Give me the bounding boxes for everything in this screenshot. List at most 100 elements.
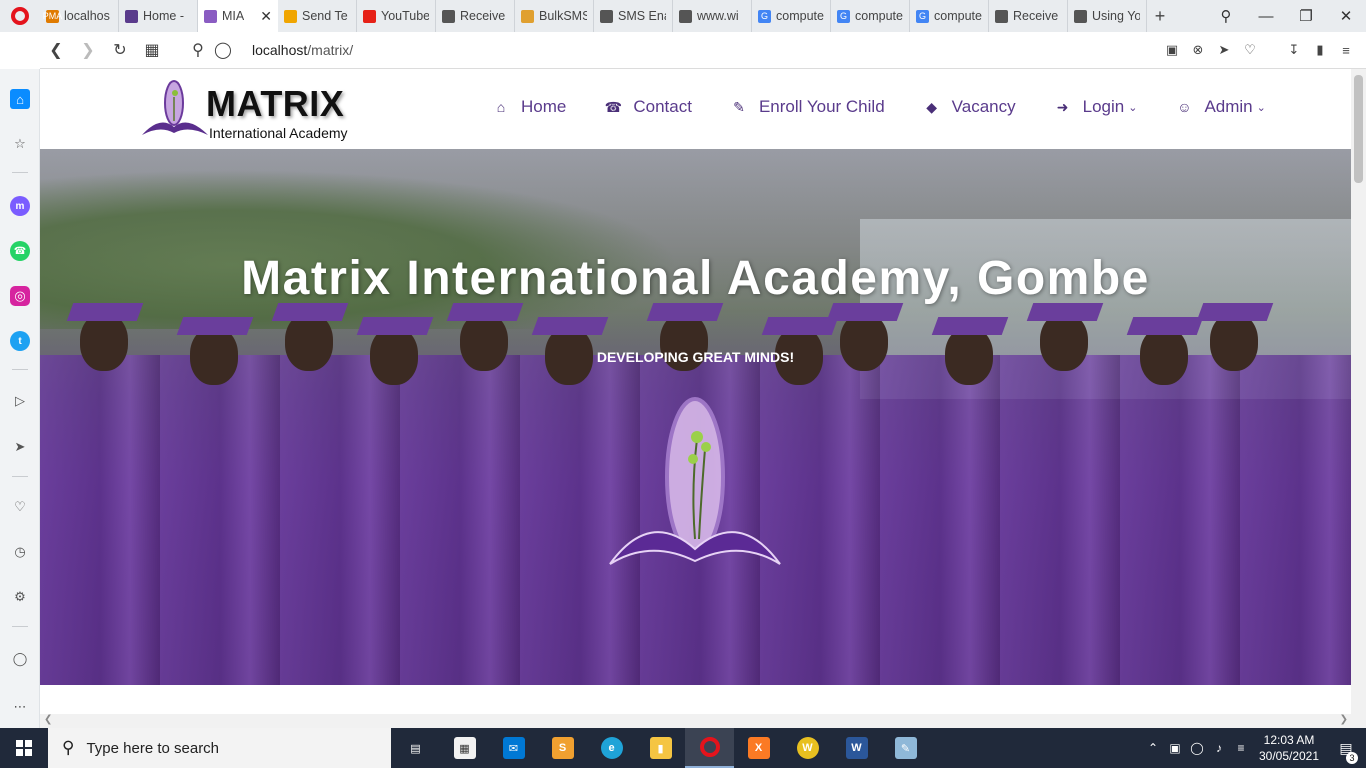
browser-tab[interactable]: www.wi — [673, 0, 752, 32]
twitter-icon[interactable]: t — [10, 331, 30, 351]
tab-label: Home - — [143, 9, 184, 23]
battery-icon[interactable]: ▮ — [1312, 42, 1328, 58]
browser-tab[interactable]: Gcompute — [910, 0, 989, 32]
nav-item-contact[interactable]: ☎ Contact — [605, 97, 692, 117]
browser-tab[interactable]: Gcompute — [752, 0, 831, 32]
edit-icon: ✎ — [733, 98, 745, 115]
nav-item-admin[interactable]: ☺ Admin ⌄ — [1176, 97, 1266, 117]
player-icon[interactable]: ▷ — [10, 391, 30, 411]
site-navbar: MATRIX International Academy ⌂ Home ☎ Conta… — [40, 69, 1351, 149]
zoom-icon[interactable]: ⚲ — [182, 40, 214, 60]
speed-dial-icon[interactable]: ▦ — [136, 40, 168, 60]
tab-label: Using Yo — [1092, 9, 1140, 23]
adblock-icon[interactable]: ⊗ — [1190, 42, 1206, 58]
clock-time: 12:03 AM — [1263, 733, 1315, 747]
youtube-icon — [363, 9, 376, 23]
reload-button[interactable]: ↻ — [104, 40, 136, 60]
restore-button[interactable]: ❐ — [1286, 7, 1326, 25]
google-icon: G — [916, 9, 929, 23]
close-tab-icon[interactable]: ✕ — [260, 8, 272, 25]
graduation-cap — [176, 317, 254, 335]
nav-item-login[interactable]: ➜ Login ⌄ — [1055, 97, 1138, 117]
globe-network-icon[interactable]: ◯ — [1186, 741, 1208, 755]
home-icon[interactable]: ⌂ — [10, 89, 30, 109]
taskbar-search-placeholder: Type here to search — [86, 739, 220, 757]
network-status-icon[interactable]: ▣ — [1164, 741, 1186, 755]
smiley-icon — [284, 9, 297, 23]
browser-tab[interactable]: Home - — [119, 0, 198, 32]
system-tray: ⌃ ▣ ◯ ♪ ≡ 12:03 AM 30/05/2021 ▤ 3 — [1142, 728, 1366, 768]
browser-tab[interactable]: BulkSMS — [515, 0, 594, 32]
browser-tab[interactable]: Gcompute — [831, 0, 910, 32]
hero-logo-emblem — [609, 397, 781, 565]
taskbar-clock[interactable]: 12:03 AM 30/05/2021 — [1252, 732, 1326, 764]
browser-tab[interactable]: Using Yo — [1068, 0, 1147, 32]
search-tabs-icon[interactable]: ⚲ — [1206, 7, 1246, 25]
horizontal-scrollbar[interactable]: ❮ ❯ — [40, 714, 1366, 728]
browser-tab[interactable]: YouTube — [357, 0, 436, 32]
opera-taskbar-icon[interactable] — [685, 728, 734, 768]
task-view-button[interactable]: ▤ — [391, 728, 440, 768]
notification-center-icon[interactable]: ▤ 3 — [1326, 740, 1366, 764]
messenger-icon[interactable]: m — [10, 196, 30, 216]
url-field[interactable]: localhost/matrix/ — [252, 42, 353, 58]
site-logo[interactable]: MATRIX International Academy — [140, 77, 370, 143]
heart-icon[interactable]: ♡ — [1242, 42, 1258, 58]
user-icon: ☺ — [1177, 99, 1192, 115]
content-card — [141, 685, 1251, 714]
bookmarks-icon[interactable]: ☆ — [10, 134, 30, 154]
show-hidden-icons-icon[interactable]: ⌃ — [1142, 741, 1164, 755]
opera-menu-icon[interactable] — [0, 0, 40, 32]
volume-muted-icon[interactable]: ♪ — [1208, 741, 1230, 755]
browser-tab[interactable]: PMA localhos — [40, 0, 119, 32]
taskbar-search-box[interactable]: ⚲ Type here to search — [48, 728, 391, 768]
browser-tab[interactable]: Receive — [436, 0, 515, 32]
file-explorer-icon[interactable]: ▮ — [636, 728, 685, 768]
nav-item-home[interactable]: ⌂ Home — [493, 97, 567, 117]
language-icon[interactable]: ≡ — [1230, 741, 1252, 755]
paint-icon[interactable]: ✎ — [881, 728, 930, 768]
vertical-scrollbar[interactable] — [1351, 69, 1366, 714]
windows-logo-icon — [16, 740, 32, 756]
academy-icon — [125, 9, 138, 23]
back-button[interactable]: ❮ — [40, 40, 72, 60]
graduation-cap — [1126, 317, 1204, 335]
browser-tab[interactable]: SMS Ena — [594, 0, 673, 32]
document-icon — [600, 9, 613, 23]
nav-item-vacancy[interactable]: ◆ Vacancy — [924, 97, 1015, 117]
brand-name: MATRIX — [206, 83, 345, 124]
browser-tab[interactable]: Send Te — [278, 0, 357, 32]
pinboard-heart-icon[interactable]: ♡ — [10, 497, 30, 517]
download-icon[interactable]: ↧ — [1286, 42, 1302, 58]
tab-label: Receive — [1013, 9, 1059, 23]
instagram-icon[interactable]: ◎ — [10, 286, 30, 306]
new-tab-button[interactable]: + — [1147, 6, 1173, 27]
send-icon[interactable]: ➤ — [1216, 42, 1232, 58]
start-button[interactable] — [0, 728, 48, 768]
store-icon[interactable]: ▦ — [440, 728, 489, 768]
nav-item-enroll-your-child[interactable]: ✎ Enroll Your Child — [731, 97, 885, 117]
graduation-cap-icon: ◆ — [926, 98, 938, 115]
forward-button[interactable]: ❯ — [72, 40, 104, 60]
snapshot-icon[interactable]: ▣ — [1164, 42, 1180, 58]
lightbulb-icon[interactable]: ◯ — [10, 649, 30, 669]
close-window-button[interactable]: ✕ — [1326, 7, 1366, 25]
sublime-text-icon[interactable]: S — [538, 728, 587, 768]
more-icon[interactable]: ⋯ — [10, 697, 30, 717]
browser-tab[interactable]: MIA ✕ — [198, 0, 278, 32]
flow-icon[interactable]: ➤ — [10, 437, 30, 457]
notification-badge: 3 — [1346, 751, 1358, 764]
minimize-button[interactable]: — — [1246, 8, 1286, 25]
history-icon[interactable]: ◷ — [10, 542, 30, 562]
whatsapp-icon[interactable]: ☎ — [10, 241, 30, 261]
easy-setup-icon[interactable]: ≡ — [1338, 43, 1354, 58]
nav-item-label: Login — [1082, 97, 1125, 116]
settings-icon[interactable]: ⚙ — [10, 587, 30, 607]
envelope-icon — [521, 9, 534, 23]
xampp-icon[interactable]: X — [734, 728, 783, 768]
edge-icon[interactable]: e — [587, 728, 636, 768]
mail-icon[interactable]: ✉ — [489, 728, 538, 768]
browser-tab[interactable]: Receive — [989, 0, 1068, 32]
wamp-icon[interactable]: W — [783, 728, 832, 768]
word-icon[interactable]: W — [832, 728, 881, 768]
